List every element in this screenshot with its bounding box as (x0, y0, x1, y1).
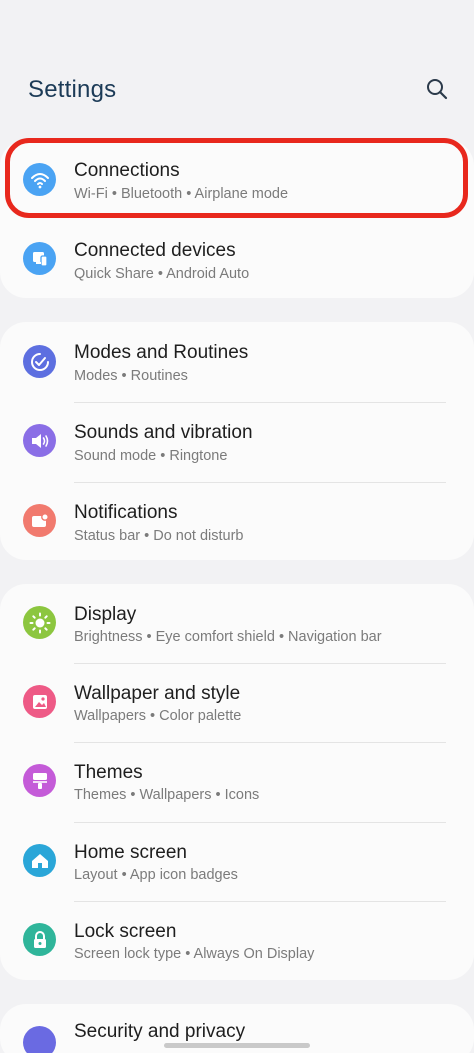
settings-item-wallpaper-and-style[interactable]: Wallpaper and style Wallpapers • Color p… (0, 663, 474, 743)
item-subtitle: Wi-Fi • Bluetooth • Airplane mode (74, 186, 289, 202)
item-title: Connected devices (74, 240, 236, 261)
image-icon (23, 685, 56, 718)
settings-item-themes[interactable]: Themes Themes • Wallpapers • Icons (0, 742, 474, 822)
item-title: Wallpaper and style (74, 683, 241, 704)
item-title: Home screen (74, 842, 187, 863)
connected-devices-icon (23, 242, 56, 275)
wifi-icon (23, 163, 56, 196)
settings-item-notifications[interactable]: Notifications Status bar • Do not distur… (0, 482, 474, 560)
page-title: Settings (28, 76, 117, 103)
search-button[interactable] (420, 72, 454, 106)
item-title: Sounds and vibration (74, 422, 253, 443)
item-subtitle: Themes • Wallpapers • Icons (74, 787, 260, 803)
settings-item-home-screen[interactable]: Home screen Layout • App icon badges (0, 822, 474, 902)
speaker-icon (23, 424, 56, 457)
settings-group-modes: Modes and Routines Modes • Routines Soun… (0, 322, 474, 560)
item-subtitle: Quick Share • Android Auto (74, 266, 250, 282)
settings-group-connectivity: Connections Wi-Fi • Bluetooth • Airplane… (0, 140, 474, 298)
item-title: Security and privacy (74, 1021, 246, 1042)
item-subtitle: Layout • App icon badges (74, 867, 238, 883)
item-subtitle: Brightness • Eye comfort shield • Naviga… (74, 629, 382, 645)
item-title: Connections (74, 160, 180, 181)
header: Settings (0, 0, 474, 132)
home-icon (23, 844, 56, 877)
shield-icon (23, 1026, 56, 1053)
item-title: Modes and Routines (74, 342, 249, 363)
settings-item-display[interactable]: Display Brightness • Eye comfort shield … (0, 584, 474, 664)
settings-item-sounds-and-vibration[interactable]: Sounds and vibration Sound mode • Ringto… (0, 402, 474, 482)
modes-check-icon (23, 345, 56, 378)
settings-item-connected-devices[interactable]: Connected devices Quick Share • Android … (0, 220, 474, 298)
item-subtitle: Screen lock type • Always On Display (74, 946, 315, 962)
item-subtitle: Sound mode • Ringtone (74, 448, 228, 464)
item-title: Lock screen (74, 921, 177, 942)
item-title: Notifications (74, 502, 178, 523)
item-subtitle: Wallpapers • Color palette (74, 708, 242, 724)
settings-item-connections[interactable]: Connections Wi-Fi • Bluetooth • Airplane… (0, 140, 474, 220)
notification-badge-icon (23, 504, 56, 537)
home-indicator[interactable] (164, 1043, 310, 1048)
lock-icon (23, 923, 56, 956)
settings-item-lock-screen[interactable]: Lock screen Screen lock type • Always On… (0, 901, 474, 980)
paintbrush-icon (23, 764, 56, 797)
settings-item-modes-and-routines[interactable]: Modes and Routines Modes • Routines (0, 322, 474, 402)
item-subtitle: Modes • Routines (74, 368, 188, 384)
item-title: Themes (74, 762, 143, 783)
item-subtitle: Status bar • Do not disturb (74, 528, 244, 544)
search-icon (427, 79, 448, 100)
item-title: Display (74, 604, 137, 625)
sun-icon (23, 606, 56, 639)
settings-group-display: Display Brightness • Eye comfort shield … (0, 584, 474, 980)
